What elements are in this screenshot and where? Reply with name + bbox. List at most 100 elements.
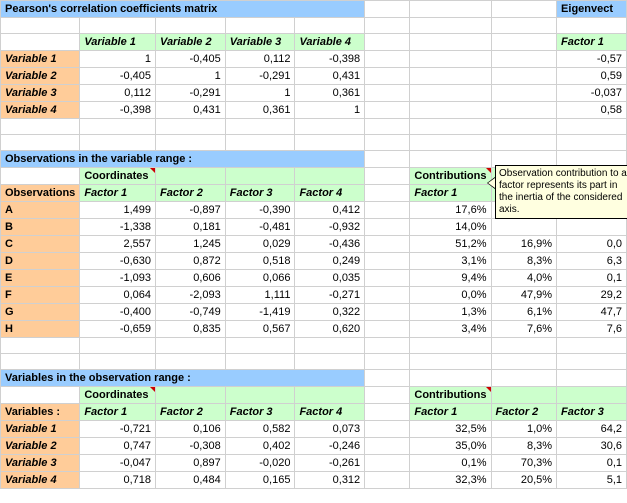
cell[interactable]: -0,037 — [557, 85, 627, 102]
cell[interactable]: 0,112 — [225, 51, 295, 68]
cell[interactable]: 64,2 — [557, 421, 627, 438]
cell[interactable]: 8,3% — [491, 438, 557, 455]
cell[interactable]: -0,481 — [225, 219, 295, 236]
cell[interactable]: -1,419 — [225, 304, 295, 321]
cell[interactable]: 3,1% — [410, 253, 491, 270]
cell[interactable]: 0,835 — [156, 321, 226, 338]
cell[interactable]: 0,181 — [156, 219, 226, 236]
cell[interactable]: 16,9% — [491, 236, 557, 253]
cell[interactable]: -0,749 — [156, 304, 226, 321]
cell[interactable] — [557, 219, 627, 236]
cell[interactable] — [491, 219, 557, 236]
cell[interactable]: 0,035 — [295, 270, 365, 287]
cell[interactable]: -0,405 — [80, 68, 156, 85]
cell[interactable]: 1,0% — [491, 421, 557, 438]
cell[interactable]: 0,0% — [410, 287, 491, 304]
cell[interactable]: 51,2% — [410, 236, 491, 253]
cell[interactable]: 7,6% — [491, 321, 557, 338]
cell[interactable]: 1 — [156, 68, 226, 85]
cell[interactable]: -0,291 — [225, 68, 295, 85]
cell[interactable]: 0,412 — [295, 202, 365, 219]
cell[interactable]: 29,2 — [557, 287, 627, 304]
cell[interactable]: -0,897 — [156, 202, 226, 219]
cell[interactable]: 0,249 — [295, 253, 365, 270]
cell[interactable]: 0,872 — [156, 253, 226, 270]
cell[interactable]: -0,932 — [295, 219, 365, 236]
cell[interactable]: 0,112 — [80, 85, 156, 102]
cell[interactable]: 0,59 — [557, 68, 627, 85]
cell[interactable]: -0,291 — [156, 85, 226, 102]
cell[interactable]: 0,1% — [410, 455, 491, 472]
cell[interactable]: 0,402 — [225, 438, 295, 455]
cell[interactable]: 6,3 — [557, 253, 627, 270]
cell[interactable]: 0,1 — [557, 270, 627, 287]
cell[interactable]: 30,6 — [557, 438, 627, 455]
cell[interactable]: -0,246 — [295, 438, 365, 455]
cell[interactable]: -1,093 — [80, 270, 156, 287]
cell[interactable]: 70,3% — [491, 455, 557, 472]
cell[interactable]: 8,3% — [491, 253, 557, 270]
cell[interactable]: 0,165 — [225, 472, 295, 489]
cell[interactable]: 0,1 — [557, 455, 627, 472]
cell[interactable]: 0,106 — [156, 421, 226, 438]
cell[interactable]: -1,338 — [80, 219, 156, 236]
cell[interactable]: 0,897 — [156, 455, 226, 472]
cell[interactable]: 1,499 — [80, 202, 156, 219]
cell[interactable]: -0,271 — [295, 287, 365, 304]
cell[interactable]: 0,073 — [295, 421, 365, 438]
cell[interactable]: 2,557 — [80, 236, 156, 253]
cell[interactable]: 17,6% — [410, 202, 491, 219]
cell[interactable]: 0,312 — [295, 472, 365, 489]
cell[interactable]: 1,111 — [225, 287, 295, 304]
cell[interactable]: -0,436 — [295, 236, 365, 253]
cell[interactable]: 9,4% — [410, 270, 491, 287]
cell[interactable]: 3,4% — [410, 321, 491, 338]
cell[interactable]: -2,093 — [156, 287, 226, 304]
cell[interactable]: 5,1 — [557, 472, 627, 489]
cell[interactable]: 1,245 — [156, 236, 226, 253]
cell[interactable]: 0,029 — [225, 236, 295, 253]
cell[interactable]: 20,5% — [491, 472, 557, 489]
cell[interactable]: -0,308 — [156, 438, 226, 455]
cell[interactable]: 4,0% — [491, 270, 557, 287]
cell[interactable]: 1 — [225, 85, 295, 102]
cell[interactable]: 0,431 — [295, 68, 365, 85]
cell[interactable]: -0,047 — [80, 455, 156, 472]
cell[interactable]: -0,405 — [156, 51, 226, 68]
cell[interactable]: 47,9% — [491, 287, 557, 304]
cell[interactable]: 32,3% — [410, 472, 491, 489]
cell[interactable]: -0,57 — [557, 51, 627, 68]
cell[interactable]: 0,431 — [156, 102, 226, 119]
cell[interactable]: 1,3% — [410, 304, 491, 321]
cell[interactable]: 0,606 — [156, 270, 226, 287]
cell[interactable]: 7,6 — [557, 321, 627, 338]
cell[interactable]: 0,484 — [156, 472, 226, 489]
cell[interactable]: 14,0% — [410, 219, 491, 236]
cell[interactable]: 0,620 — [295, 321, 365, 338]
cell[interactable]: 0,0 — [557, 236, 627, 253]
cell[interactable]: -0,398 — [80, 102, 156, 119]
cell[interactable]: -0,721 — [80, 421, 156, 438]
cell[interactable]: 0,322 — [295, 304, 365, 321]
cell[interactable]: 0,361 — [295, 85, 365, 102]
cell[interactable]: 0,58 — [557, 102, 627, 119]
cell[interactable]: 0,747 — [80, 438, 156, 455]
cell[interactable]: 0,064 — [80, 287, 156, 304]
cell[interactable]: -0,659 — [80, 321, 156, 338]
cell[interactable]: 35,0% — [410, 438, 491, 455]
cell[interactable]: 0,582 — [225, 421, 295, 438]
cell[interactable]: 0,066 — [225, 270, 295, 287]
cell[interactable]: -0,398 — [295, 51, 365, 68]
cell[interactable]: -0,390 — [225, 202, 295, 219]
cell[interactable]: 1 — [295, 102, 365, 119]
cell[interactable]: 0,718 — [80, 472, 156, 489]
cell[interactable]: 0,361 — [225, 102, 295, 119]
cell[interactable]: 0,567 — [225, 321, 295, 338]
cell[interactable]: 32,5% — [410, 421, 491, 438]
cell[interactable]: -0,400 — [80, 304, 156, 321]
cell[interactable]: -0,630 — [80, 253, 156, 270]
cell[interactable]: -0,261 — [295, 455, 365, 472]
cell[interactable]: 6,1% — [491, 304, 557, 321]
cell[interactable]: 47,7 — [557, 304, 627, 321]
cell[interactable]: 0,518 — [225, 253, 295, 270]
